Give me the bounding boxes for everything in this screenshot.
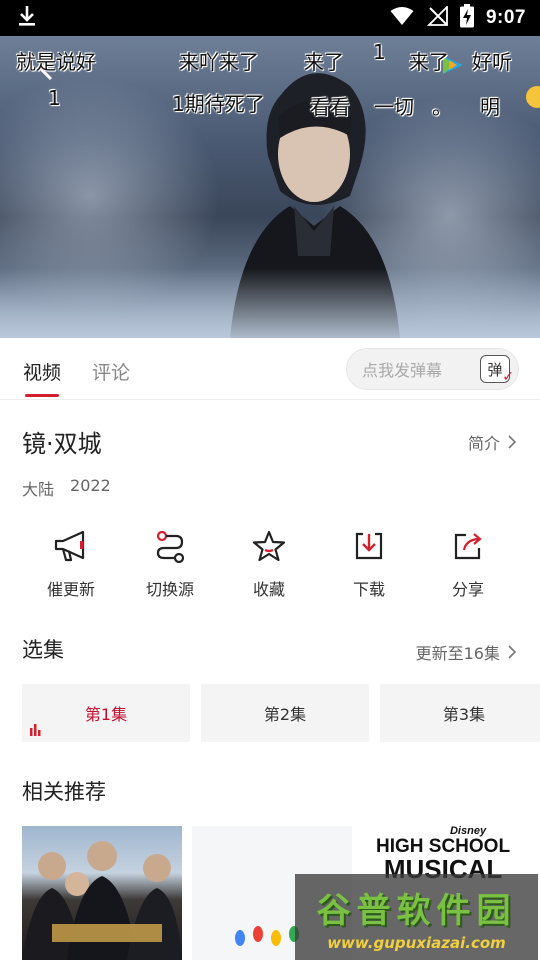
video-player[interactable]: 就是说好 来吖来了 来了 1 来了 好听 1 1期待死了 看看 一切 。 明 bbox=[0, 36, 540, 338]
battery-charging-icon bbox=[459, 4, 474, 32]
poster-image bbox=[22, 841, 182, 960]
danmaku-item: 一切 bbox=[374, 95, 414, 119]
tab-comment[interactable]: 评论 bbox=[92, 358, 130, 385]
site-watermark: 谷普软件园 www.gupuxiazai.com bbox=[295, 874, 538, 960]
danmaku-item: 。 bbox=[432, 95, 452, 119]
episode-label: 第1集 bbox=[84, 705, 128, 724]
episode-item[interactable]: 第3集 bbox=[380, 684, 540, 742]
chevron-right-icon bbox=[508, 435, 516, 449]
status-time: 9:07 bbox=[485, 7, 526, 28]
recommend-poster[interactable] bbox=[22, 826, 182, 960]
tab-video[interactable]: 视频 bbox=[23, 358, 61, 385]
recommend-title: 相关推荐 bbox=[22, 780, 106, 804]
show-title: 镜·双城 bbox=[22, 430, 102, 458]
danmaku-item: 就是说好 bbox=[16, 50, 96, 74]
favorite-button[interactable]: 收藏 bbox=[219, 526, 319, 600]
danmaku-item: 1期待死了 bbox=[172, 92, 265, 116]
watermark-title: 谷普软件园 bbox=[316, 890, 517, 931]
check-icon: ✓ bbox=[502, 369, 514, 385]
action-label: 催更新 bbox=[46, 580, 95, 599]
update-status: 更新至16集 bbox=[415, 644, 500, 663]
switch-source-button[interactable]: 切换源 bbox=[120, 526, 220, 600]
intro-label: 简介 bbox=[467, 434, 500, 453]
playing-bars-icon bbox=[30, 724, 41, 736]
download-button[interactable]: 下载 bbox=[319, 526, 419, 600]
danmaku-input-placeholder: 点我发弹幕 bbox=[362, 361, 443, 380]
switch-source-icon bbox=[150, 526, 190, 566]
wifi-icon bbox=[390, 6, 414, 30]
action-label: 切换源 bbox=[145, 580, 194, 599]
danmaku-item: 1 bbox=[48, 86, 61, 110]
active-tab-indicator bbox=[25, 394, 59, 397]
share-icon bbox=[448, 526, 488, 566]
show-year: 2022 bbox=[70, 476, 111, 495]
intro-link[interactable]: 简介 bbox=[468, 430, 516, 454]
action-label: 收藏 bbox=[252, 580, 285, 599]
no-signal-icon bbox=[426, 4, 448, 30]
danmaku-input[interactable]: 点我发弹幕 弹 ✓ bbox=[346, 348, 519, 390]
chevron-right-icon bbox=[508, 645, 516, 659]
urge-update-button[interactable]: 催更新 bbox=[21, 526, 121, 600]
show-region: 大陆 bbox=[22, 480, 55, 499]
episode-label: 第3集 bbox=[442, 705, 486, 724]
star-icon bbox=[249, 526, 289, 566]
danmaku-item: 明 bbox=[480, 95, 500, 119]
episode-item[interactable]: 第2集 bbox=[201, 684, 369, 742]
action-label: 分享 bbox=[451, 580, 484, 599]
danmaku-item: 来了 bbox=[409, 50, 449, 74]
share-button[interactable]: 分享 bbox=[418, 526, 518, 600]
action-label: 下载 bbox=[352, 580, 385, 599]
watermark-url: www.gupuxiazai.com bbox=[327, 933, 506, 952]
danmaku-item: 好听 bbox=[472, 50, 512, 74]
danmaku-toggle-button[interactable]: 弹 ✓ bbox=[480, 355, 514, 385]
content-tabs: 视频 评论 点我发弹幕 弹 ✓ bbox=[0, 338, 540, 400]
episode-label: 第2集 bbox=[263, 705, 307, 724]
show-meta: 大陆 2022 bbox=[22, 476, 111, 500]
action-bar: 催更新 切换源 收藏 下载 分享 bbox=[0, 526, 540, 606]
danmaku-item: 来了 bbox=[304, 50, 344, 74]
download-icon bbox=[349, 526, 389, 566]
status-bar: 9:07 bbox=[0, 0, 540, 36]
download-notification-icon bbox=[16, 4, 38, 32]
episode-item[interactable]: 第1集 bbox=[22, 684, 190, 742]
danmaku-item: 来吖来了 bbox=[179, 50, 259, 74]
player-floor bbox=[0, 268, 540, 338]
danmaku-item: 看看 bbox=[310, 95, 350, 119]
danmaku-toggle-label: 弹 bbox=[487, 360, 503, 379]
megaphone-icon bbox=[51, 526, 91, 566]
all-episodes-link[interactable]: 更新至16集 bbox=[416, 640, 516, 664]
danmaku-item: 1 bbox=[373, 40, 386, 64]
episodes-title: 选集 bbox=[22, 638, 64, 662]
